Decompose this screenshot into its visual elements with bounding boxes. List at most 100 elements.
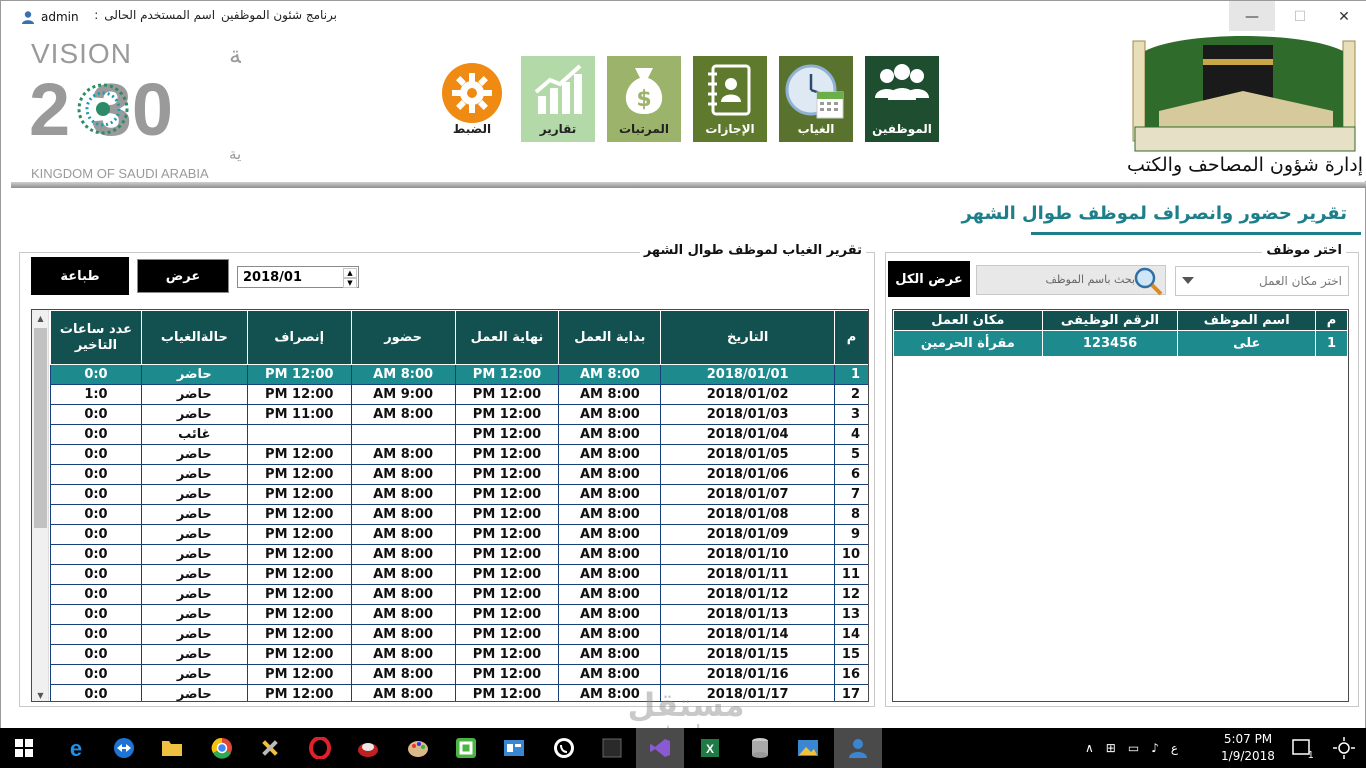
attendance-cell[interactable]: حاضر <box>140 564 248 585</box>
attendance-cell[interactable]: 8:00 AM <box>350 644 456 665</box>
attendance-cell[interactable]: 12:00 PM <box>454 584 560 605</box>
attendance-cell[interactable]: 8:00 AM <box>350 584 456 605</box>
attendance-cell[interactable]: 8:00 AM <box>558 364 662 385</box>
attendance-cell[interactable]: 0:0 <box>50 364 142 385</box>
attendance-cell[interactable]: 8:00 AM <box>558 464 662 485</box>
attendance-cell[interactable]: 7 <box>834 484 868 505</box>
attendance-cell[interactable]: 0:0 <box>50 604 142 625</box>
chevron-down-icon[interactable] <box>1182 277 1194 284</box>
scroll-up-icon[interactable]: ▲ <box>32 310 49 326</box>
attendance-cell[interactable]: حاضر <box>140 364 248 385</box>
employee-search-input[interactable]: بحث باسم الموظف <box>976 265 1166 296</box>
attendance-cell[interactable]: 12:00 PM <box>246 544 352 565</box>
show-button[interactable]: عرض <box>137 259 229 293</box>
employee-row[interactable]: 1 على 123456 مقرأة الحرمين <box>893 330 1348 357</box>
attendance-row[interactable]: 7 2018/01/07 8:00 AM 12:00 PM 8:00 AM 12:00 P… <box>50 484 868 505</box>
attendance-cell[interactable]: 9:00 AM <box>350 384 456 405</box>
attendance-cell[interactable]: 2018/01/14 <box>660 624 836 645</box>
attendance-cell[interactable]: 0:0 <box>50 564 142 585</box>
attendance-cell[interactable]: حاضر <box>140 684 248 701</box>
attendance-cell[interactable]: 8:00 AM <box>558 564 662 585</box>
month-spinner[interactable]: ▲ ▼ <box>343 268 357 288</box>
attendance-cell[interactable]: 8 <box>834 504 868 525</box>
attendance-cell[interactable]: 0:0 <box>50 424 142 445</box>
attendance-cell[interactable]: 8:00 AM <box>350 524 456 545</box>
attendance-cell[interactable]: 8:00 AM <box>350 664 456 685</box>
attendance-col-header[interactable]: إنصراف <box>246 310 352 365</box>
attendance-cell[interactable]: 12:00 PM <box>246 464 352 485</box>
attendance-cell[interactable]: 12:00 PM <box>454 564 560 585</box>
attendance-cell[interactable]: 12:00 PM <box>454 424 560 445</box>
attendance-cell[interactable]: 8:00 AM <box>558 584 662 605</box>
attendance-cell[interactable]: 12:00 PM <box>246 664 352 685</box>
attendance-cell[interactable]: 2 <box>834 384 868 405</box>
employee-col-header[interactable]: م <box>1315 310 1348 331</box>
search-icon[interactable] <box>1133 266 1163 296</box>
attendance-cell[interactable]: 12:00 PM <box>454 544 560 565</box>
toolbar-employees-button[interactable]: الموظفين <box>865 56 939 142</box>
employee-cell[interactable]: على <box>1177 330 1317 357</box>
employee-cell[interactable]: 123456 <box>1041 330 1179 357</box>
attendance-cell[interactable]: 12:00 PM <box>454 484 560 505</box>
attendance-cell[interactable]: 2018/01/01 <box>660 364 836 385</box>
attendance-cell[interactable]: 12:00 PM <box>454 384 560 405</box>
spin-up-icon[interactable]: ▲ <box>343 268 357 278</box>
attendance-cell[interactable]: 12:00 PM <box>454 664 560 685</box>
attendance-row[interactable]: 9 2018/01/09 8:00 AM 12:00 PM 8:00 AM 12:00 P… <box>50 524 868 545</box>
attendance-cell[interactable]: 11:00 PM <box>246 404 352 425</box>
employee-col-header[interactable]: اسم الموظف <box>1177 310 1317 331</box>
taskbar-excel[interactable]: X <box>686 728 734 768</box>
attendance-cell[interactable]: 2018/01/03 <box>660 404 836 425</box>
attendance-cell[interactable]: 2018/01/04 <box>660 424 836 445</box>
notification-button[interactable]: 1 <box>1278 728 1326 768</box>
attendance-cell[interactable]: حاضر <box>140 604 248 625</box>
taskbar-chrome[interactable] <box>198 728 246 768</box>
close-button[interactable]: ✕ <box>1321 1 1366 33</box>
attendance-cell[interactable]: 8:00 AM <box>558 444 662 465</box>
attendance-cell[interactable]: 14 <box>834 624 868 645</box>
chevron-up-icon[interactable]: ∧ <box>1085 741 1094 755</box>
toolbar-salaries-button[interactable]: $ المرتبات <box>607 56 681 142</box>
attendance-cell[interactable]: حاضر <box>140 484 248 505</box>
attendance-cell[interactable]: 12:00 PM <box>246 504 352 525</box>
attendance-cell[interactable]: 8:00 AM <box>350 544 456 565</box>
taskbar-tools[interactable] <box>246 728 294 768</box>
scroll-down-icon[interactable]: ▼ <box>32 687 49 701</box>
attendance-cell[interactable]: 0:0 <box>50 644 142 665</box>
attendance-cell[interactable]: 8:00 AM <box>558 524 662 545</box>
attendance-cell[interactable]: 2018/01/07 <box>660 484 836 505</box>
attendance-cell[interactable]: 16 <box>834 664 868 685</box>
attendance-cell[interactable]: 8:00 AM <box>558 664 662 685</box>
attendance-cell[interactable]: 12:00 PM <box>246 444 352 465</box>
attendance-cell[interactable]: 12:00 PM <box>454 464 560 485</box>
taskbar-clock[interactable]: 5:07 PM 1/9/2018 <box>1218 731 1278 765</box>
attendance-cell[interactable]: حاضر <box>140 504 248 525</box>
taskbar-app-red[interactable] <box>344 728 392 768</box>
attendance-cell[interactable]: 8:00 AM <box>350 564 456 585</box>
toolbar-reports-button[interactable]: تقارير <box>521 56 595 142</box>
taskbar-photos[interactable] <box>784 728 832 768</box>
attendance-cell[interactable]: 12:00 PM <box>454 644 560 665</box>
attendance-cell[interactable]: 12:00 PM <box>246 524 352 545</box>
attendance-row[interactable]: 15 2018/01/15 8:00 AM 12:00 PM 8:00 AM 12:00 … <box>50 644 868 665</box>
attendance-cell[interactable]: حاضر <box>140 644 248 665</box>
scroll-thumb[interactable] <box>34 328 47 528</box>
attendance-cell[interactable]: حاضر <box>140 664 248 685</box>
attendance-cell[interactable]: 2018/01/16 <box>660 664 836 685</box>
attendance-cell[interactable]: حاضر <box>140 444 248 465</box>
attendance-cell[interactable]: 2018/01/05 <box>660 444 836 465</box>
attendance-cell[interactable]: 12 <box>834 584 868 605</box>
attendance-cell[interactable]: 2018/01/13 <box>660 604 836 625</box>
attendance-cell[interactable]: 2018/01/09 <box>660 524 836 545</box>
attendance-cell[interactable]: 1:0 <box>50 384 142 405</box>
attendance-cell[interactable] <box>246 424 352 445</box>
attendance-row[interactable]: 14 2018/01/14 8:00 AM 12:00 PM 8:00 AM 12:00 … <box>50 624 868 645</box>
attendance-col-header[interactable]: حالةالغياب <box>140 310 248 365</box>
attendance-cell[interactable]: 8:00 AM <box>558 384 662 405</box>
attendance-col-header[interactable]: التاريخ <box>660 310 836 365</box>
brightness-button[interactable] <box>1320 728 1366 768</box>
attendance-cell[interactable]: 2018/01/08 <box>660 504 836 525</box>
attendance-row[interactable]: 5 2018/01/05 8:00 AM 12:00 PM 8:00 AM 12:00 P… <box>50 444 868 465</box>
attendance-cell[interactable]: 1 <box>834 364 868 385</box>
attendance-cell[interactable]: 8:00 AM <box>350 624 456 645</box>
